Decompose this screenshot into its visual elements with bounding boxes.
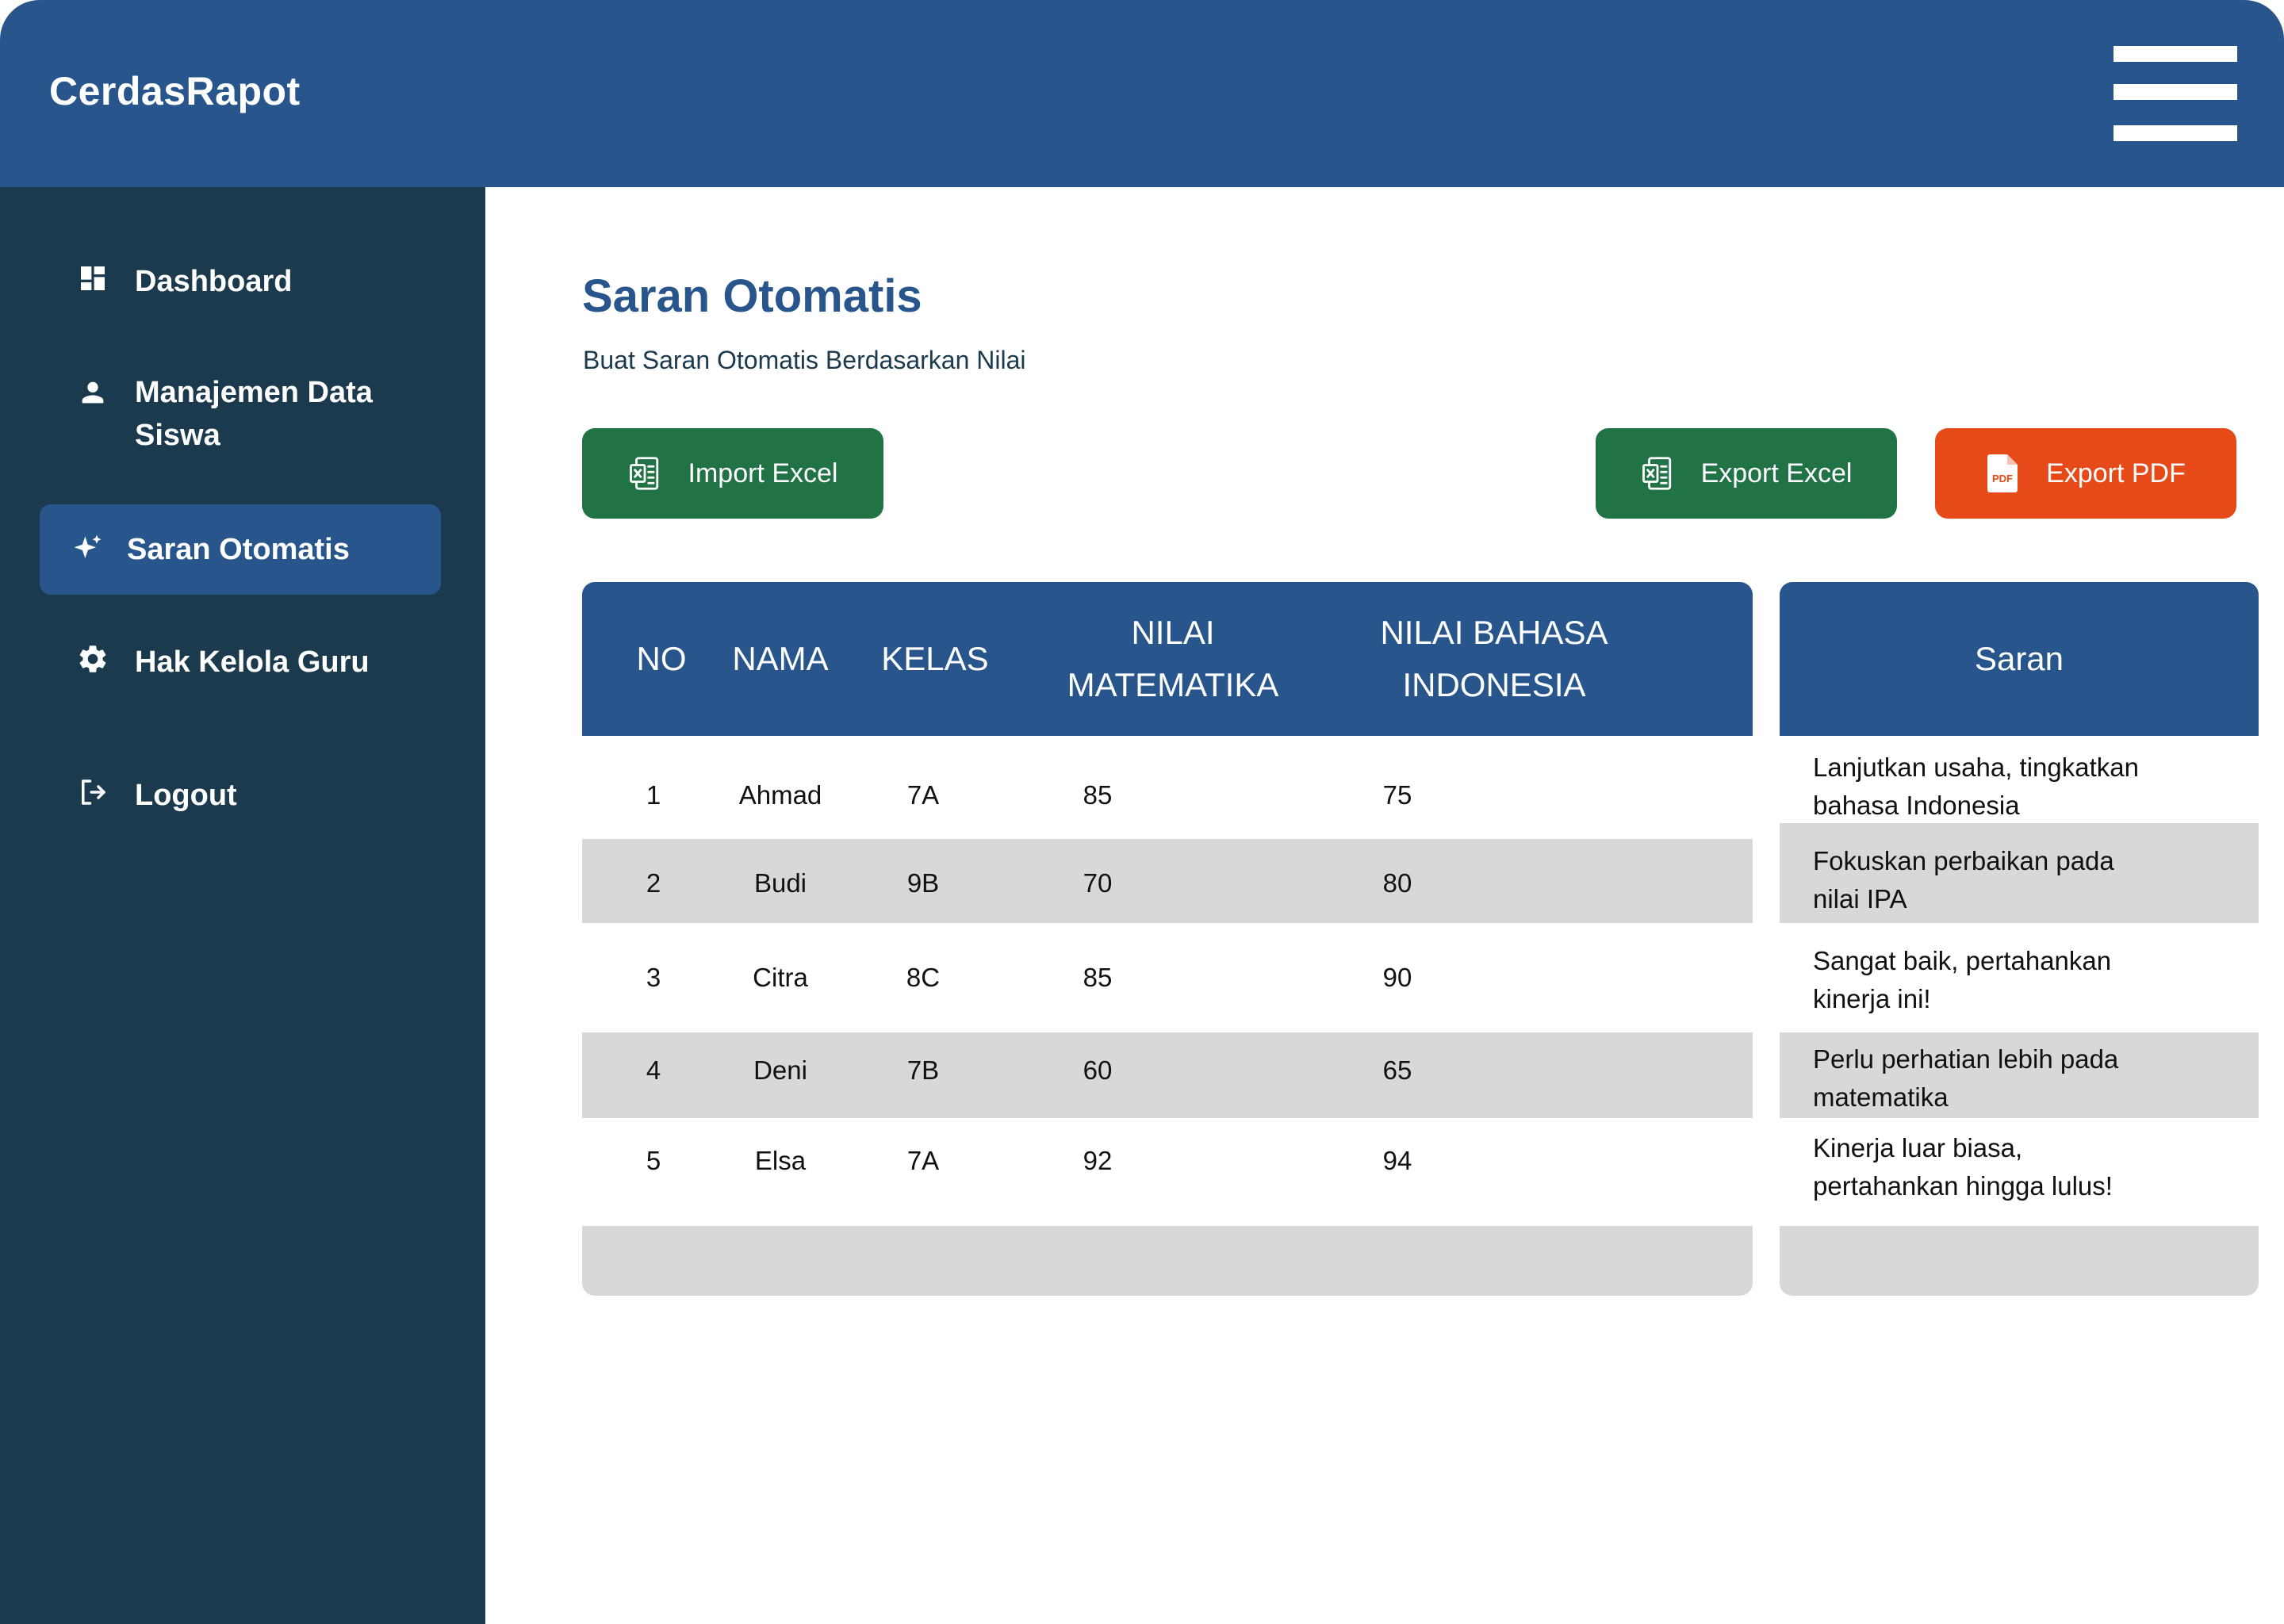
cell-kelas: 7B <box>906 1055 940 1085</box>
sidebar-item-label: Logout <box>135 779 237 812</box>
cell-nama: Elsa <box>754 1146 807 1175</box>
saran-line2: nilai IPA <box>1813 884 1907 914</box>
column-header-line1: NILAI <box>1131 614 1215 651</box>
saran-line2: bahasa Indonesia <box>1813 791 2020 820</box>
table-row[interactable]: 3 Citra 8C 85 90 <box>582 923 1753 1032</box>
sidebar-item-label-line1: Manajemen Data <box>135 376 373 409</box>
table-header: NO NAMA KELAS NILAI MATEMATIKA NILAI BAH… <box>582 582 1753 736</box>
saran-line1: Perlu perhatian lebih pada <box>1813 1044 2119 1074</box>
column-header-nilai-bahasa-indonesia[interactable]: NILAI BAHASA INDONESIA <box>1343 582 1645 736</box>
saran-text: Lanjutkan usaha, tingkatkan bahasa Indon… <box>1813 749 2241 825</box>
cell-kelas: 9B <box>906 868 940 898</box>
sidebar-item-label: Saran Otomatis <box>127 533 350 566</box>
cell-nama: Deni <box>753 1055 807 1085</box>
export-pdf-button[interactable]: PDF Export PDF <box>1935 428 2236 519</box>
cell-nilai-bahasa: 80 <box>1382 868 1412 898</box>
nilai-table: NO NAMA KELAS NILAI MATEMATIKA NILAI BAH… <box>582 582 1753 1296</box>
saran-line1: Lanjutkan usaha, tingkatkan <box>1813 753 2139 782</box>
cell-no: 5 <box>646 1146 661 1175</box>
cell-nilai-bahasa: 90 <box>1382 963 1412 992</box>
cell-nilai-matematika: 85 <box>1083 963 1113 992</box>
column-header-no[interactable]: NO <box>614 582 709 736</box>
page-title: Saran Otomatis <box>582 270 922 322</box>
cell-no: 3 <box>646 963 661 992</box>
table-row[interactable]: 1 Ahmad 7A 85 75 <box>582 736 1753 839</box>
pdf-icon: PDF <box>1986 454 2019 493</box>
sidebar-item-label-line2: Siswa <box>135 419 220 452</box>
sidebar-item-dashboard[interactable]: Dashboard <box>40 260 441 303</box>
sidebar-item-logout[interactable]: Logout <box>40 774 441 817</box>
excel-icon <box>1641 455 1674 492</box>
table-row[interactable]: 4 Deni 7B 60 65 <box>582 1032 1753 1118</box>
table-row[interactable]: 5 Elsa 7A 92 94 <box>582 1118 1753 1226</box>
user-icon <box>75 374 111 411</box>
saran-text: Kinerja luar biasa, pertahankan hingga l… <box>1813 1129 2241 1205</box>
saran-row[interactable]: Kinerja luar biasa, pertahankan hingga l… <box>1780 1118 2259 1226</box>
export-pdf-label: Export PDF <box>2046 458 2186 488</box>
cell-nilai-bahasa: 94 <box>1382 1146 1412 1175</box>
sidebar-item-label: Dashboard <box>135 265 293 298</box>
saran-line2: kinerja ini! <box>1813 984 1931 1013</box>
saran-line2: pertahankan hingga lulus! <box>1813 1171 2113 1201</box>
saran-line1: Fokuskan perbaikan pada <box>1813 846 2114 875</box>
cell-nilai-matematika: 85 <box>1083 780 1113 810</box>
cell-nilai-bahasa: 65 <box>1382 1055 1412 1085</box>
sidebar-item-hak-kelola-guru[interactable]: Hak Kelola Guru <box>40 641 441 684</box>
brand-logo[interactable]: CerdasRapot <box>49 68 301 114</box>
saran-row[interactable]: Lanjutkan usaha, tingkatkan bahasa Indon… <box>1780 736 2259 823</box>
sidebar-item-manajemen-data-siswa[interactable]: Manajemen Data Siswa <box>40 371 441 457</box>
pdf-badge-text: PDF <box>1992 473 2013 485</box>
column-header-nilai-matematika[interactable]: NILAI MATEMATIKA <box>1042 582 1304 736</box>
cell-nilai-matematika: 60 <box>1083 1055 1113 1085</box>
column-header-line2: MATEMATIKA <box>1067 666 1279 703</box>
cell-nilai-matematika: 92 <box>1083 1146 1113 1175</box>
cell-no: 4 <box>646 1055 661 1085</box>
cell-kelas: 7A <box>906 780 940 810</box>
sparkle-icon <box>70 531 106 568</box>
saran-line2: matematika <box>1813 1082 1949 1112</box>
excel-icon <box>628 455 661 492</box>
import-excel-button[interactable]: Import Excel <box>582 428 883 519</box>
hamburger-menu-icon[interactable] <box>2113 44 2237 143</box>
saran-row[interactable]: Perlu perhatian lebih pada matematika <box>1780 1032 2259 1118</box>
saran-text: Perlu perhatian lebih pada matematika <box>1813 1040 2241 1116</box>
cell-kelas: 8C <box>906 963 941 992</box>
saran-text: Sangat baik, pertahankan kinerja ini! <box>1813 942 2241 1018</box>
page-subtitle: Buat Saran Otomatis Berdasarkan Nilai <box>583 346 1026 374</box>
column-header-nama[interactable]: NAMA <box>709 582 852 736</box>
column-header-line1: NILAI BAHASA <box>1380 614 1608 651</box>
column-header-line2: INDONESIA <box>1402 666 1586 703</box>
sidebar: Dashboard Manajemen Data Siswa Saran Oto… <box>0 187 485 1624</box>
dashboard-icon <box>75 260 111 297</box>
table-row[interactable]: 2 Budi 9B 70 80 <box>582 844 1753 923</box>
saran-row[interactable]: Sangat baik, pertahankan kinerja ini! <box>1780 923 2259 1032</box>
sidebar-item-label: Hak Kelola Guru <box>135 645 370 679</box>
cell-kelas: 7A <box>906 1146 940 1175</box>
sidebar-item-saran-otomatis[interactable]: Saran Otomatis <box>40 504 441 595</box>
logout-icon <box>75 774 111 810</box>
export-excel-label: Export Excel <box>1700 458 1853 488</box>
cell-nama: Ahmad <box>738 780 822 810</box>
saran-line1: Kinerja luar biasa, <box>1813 1133 2023 1162</box>
export-excel-button[interactable]: Export Excel <box>1596 428 1897 519</box>
import-excel-label: Import Excel <box>688 458 838 488</box>
saran-text: Fokuskan perbaikan pada nilai IPA <box>1813 842 2241 918</box>
saran-panel: Saran Lanjutkan usaha, tingkatkan bahasa… <box>1780 582 2259 1296</box>
top-header: CerdasRapot <box>0 0 2284 187</box>
cell-no: 2 <box>646 868 661 898</box>
cell-nama: Budi <box>753 868 807 898</box>
column-header-kelas[interactable]: KELAS <box>868 582 1002 736</box>
cell-nilai-bahasa: 75 <box>1382 780 1412 810</box>
gear-icon <box>75 641 111 677</box>
cell-nama: Citra <box>753 963 808 992</box>
app-window: CerdasRapot Dashboard Manajemen Data Sis… <box>0 0 2284 1624</box>
cell-no: 1 <box>646 780 661 810</box>
sidebar-item-label: Manajemen Data Siswa <box>135 371 373 457</box>
saran-row[interactable]: Fokuskan perbaikan pada nilai IPA <box>1780 844 2259 923</box>
cell-nilai-matematika: 70 <box>1083 868 1113 898</box>
column-header-saran[interactable]: Saran <box>1780 582 2259 736</box>
saran-line1: Sangat baik, pertahankan <box>1813 946 2112 975</box>
saran-header: Saran <box>1780 582 2259 736</box>
